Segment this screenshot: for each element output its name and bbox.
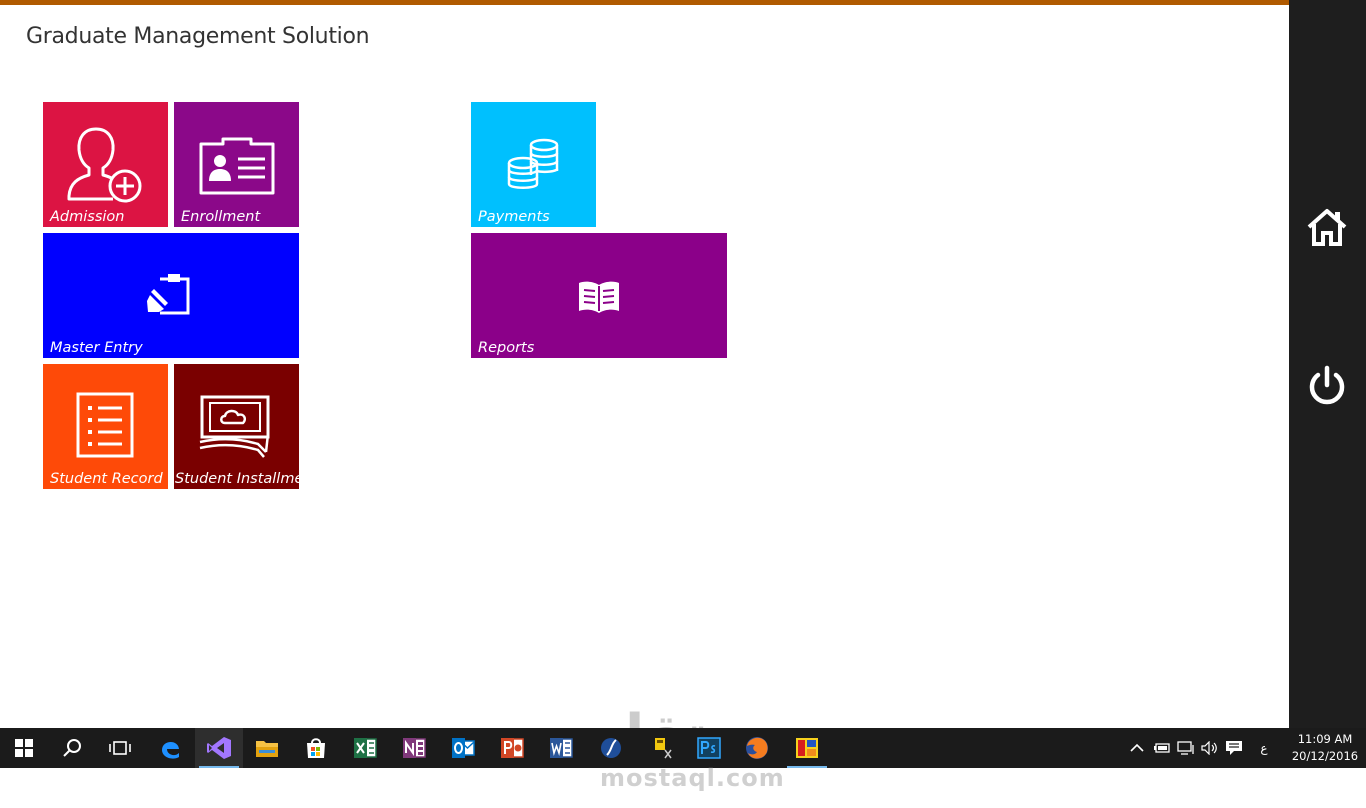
store-icon <box>307 738 325 758</box>
list-document-icon <box>76 392 134 458</box>
taskbar-photoshop[interactable] <box>685 728 733 768</box>
tray-network[interactable] <box>1175 728 1197 768</box>
outlook-icon <box>452 738 475 758</box>
taskbar-word[interactable] <box>537 728 585 768</box>
taskbar-excel[interactable] <box>341 728 389 768</box>
tray-battery[interactable] <box>1151 728 1173 768</box>
tile-reports[interactable]: Reports <box>471 233 727 358</box>
network-icon <box>1177 741 1194 755</box>
battery-icon <box>1154 743 1170 753</box>
cloud-banknote-icon <box>199 395 270 458</box>
sticky-app-icon <box>655 738 672 759</box>
app-title: Graduate Management Solution <box>26 24 370 49</box>
power-button[interactable] <box>1306 365 1348 407</box>
tile-master-entry[interactable]: Master Entry <box>43 233 299 358</box>
visual-studio-icon <box>207 737 231 759</box>
tile-student-installment-label: Student Installment <box>175 471 299 487</box>
tile-student-installment[interactable]: Student Installment <box>174 364 299 489</box>
user-add-icon <box>67 127 142 203</box>
word-icon <box>550 738 573 758</box>
side-charm-bar <box>1289 0 1366 728</box>
taskbar-store[interactable] <box>292 728 340 768</box>
taskbar-powerpoint[interactable] <box>488 728 536 768</box>
tile-admission-label: Admission <box>50 209 125 225</box>
start-button[interactable] <box>0 728 48 768</box>
coins-stack-icon <box>507 138 559 189</box>
tile-admission[interactable]: Admission <box>43 102 168 227</box>
id-card-icon <box>199 137 275 195</box>
task-view-button[interactable] <box>96 728 144 768</box>
task-view-icon <box>109 741 131 755</box>
tile-student-record[interactable]: Student Record <box>43 364 168 489</box>
tray-volume[interactable] <box>1199 728 1221 768</box>
windows-start-icon <box>15 739 33 757</box>
main-area: Graduate Management Solution Admission E… <box>0 0 1289 728</box>
open-book-icon <box>579 281 619 313</box>
search-icon <box>63 739 81 757</box>
tile-payments[interactable]: Payments <box>471 102 596 227</box>
taskbar-file-explorer[interactable] <box>243 728 291 768</box>
tile-master-entry-label: Master Entry <box>50 340 143 356</box>
clock-time: 11:09 AM <box>1297 732 1353 746</box>
search-button[interactable] <box>48 728 96 768</box>
taskbar-outlook[interactable] <box>439 728 487 768</box>
watermark-latin: mostaql.com <box>600 764 785 792</box>
home-icon <box>1307 209 1347 246</box>
tray-notifications[interactable] <box>1223 728 1245 768</box>
taskbar-visual-studio[interactable] <box>195 728 243 768</box>
tray-chevron[interactable] <box>1128 728 1146 768</box>
excel-icon <box>354 738 377 758</box>
taskbar-app[interactable] <box>587 728 635 768</box>
power-icon <box>1309 365 1345 405</box>
clipboard-edit-icon <box>147 274 190 315</box>
top-accent-bar <box>0 0 1289 5</box>
volume-icon <box>1201 741 1217 755</box>
home-button[interactable] <box>1306 206 1348 248</box>
onenote-icon <box>403 738 426 758</box>
file-explorer-icon <box>256 741 278 757</box>
taskbar-sticky-app[interactable] <box>636 728 684 768</box>
tile-payments-label: Payments <box>478 209 550 225</box>
tile-enrollment[interactable]: Enrollment <box>174 102 299 227</box>
tray-language[interactable]: ع <box>1254 728 1274 768</box>
edge-icon <box>162 741 179 759</box>
firefox-icon <box>746 737 768 759</box>
tile-student-record-label: Student Record <box>50 471 163 487</box>
photoshop-icon <box>697 737 721 759</box>
taskbar-clock[interactable]: 11:09 AM 20/12/2016 <box>1288 728 1362 768</box>
app-icon <box>601 738 621 758</box>
action-center-icon <box>1226 741 1242 755</box>
clock-date: 20/12/2016 <box>1291 749 1359 763</box>
tile-enrollment-label: Enrollment <box>181 209 261 225</box>
tile-reports-label: Reports <box>478 340 535 356</box>
app-window: Graduate Management Solution Admission E… <box>0 0 1366 808</box>
taskbar-firefox[interactable] <box>733 728 781 768</box>
chevron-up-icon <box>1130 743 1144 752</box>
taskbar-onenote[interactable] <box>390 728 438 768</box>
running-app-icon <box>796 738 818 758</box>
taskbar-edge[interactable] <box>146 728 194 768</box>
powerpoint-icon <box>501 738 524 758</box>
taskbar-running-app[interactable] <box>783 728 831 768</box>
taskbar: ع 11:09 AM 20/12/2016 <box>0 728 1366 768</box>
